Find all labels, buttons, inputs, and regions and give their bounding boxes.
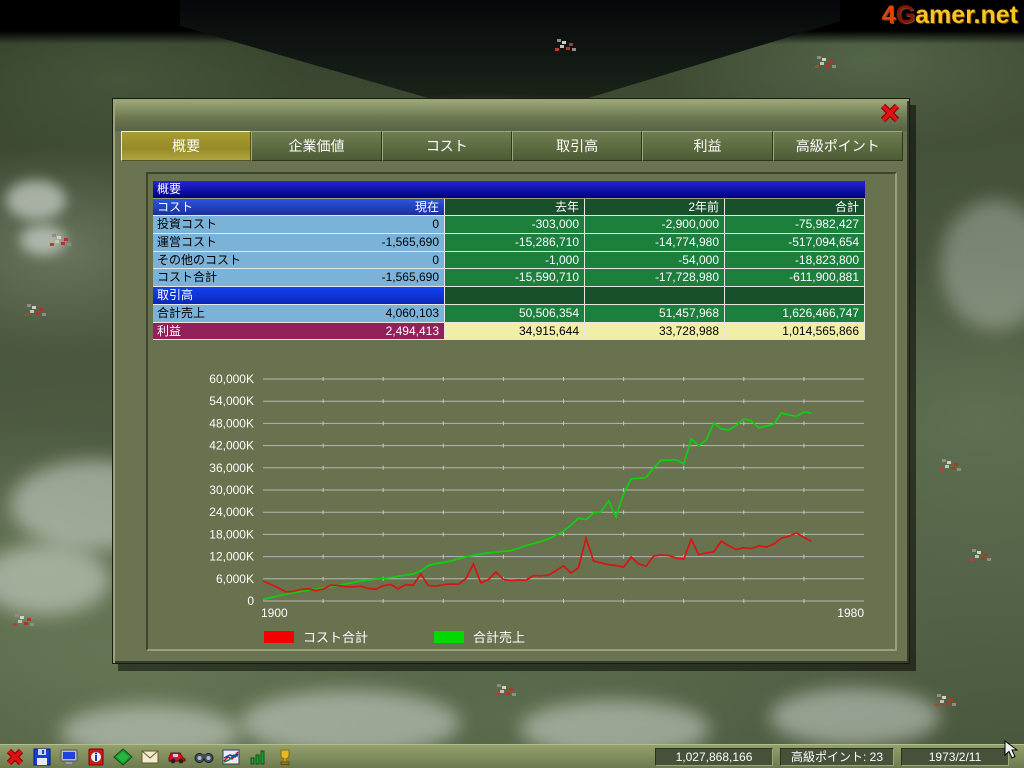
row-value: -1,000	[445, 251, 585, 270]
finance-tabs: 概要 企業価値 コスト 取引高 利益 高級ポイント	[121, 131, 903, 161]
cloud	[770, 688, 940, 746]
tab-turnover[interactable]: 取引高	[511, 131, 643, 161]
row-value: -14,774,980	[585, 234, 725, 252]
row-value: -2,900,000	[585, 216, 725, 235]
row-label-current: 運営コスト -1,565,690	[153, 234, 445, 252]
vehicles-icon[interactable]	[166, 747, 188, 767]
row-value: 50,506,354	[445, 304, 585, 323]
row-label-current: 合計売上 4,060,103	[153, 304, 445, 323]
legend-swatch	[434, 630, 465, 643]
table-row: 合計売上 4,060,103 50,506,354 51,457,968 1,626,4…	[153, 304, 865, 323]
row-label-current: 投資コスト 0	[153, 216, 445, 235]
watermark-amernet: amer.net	[915, 1, 1018, 29]
row-value: -15,286,710	[445, 234, 585, 252]
row-value: 34,915,644	[445, 322, 585, 341]
table-row: 取引高	[153, 287, 865, 305]
tab-premium-points[interactable]: 高級ポイント	[772, 131, 903, 161]
row-value: -17,728,980	[585, 269, 725, 288]
graphs-icon[interactable]	[220, 747, 242, 767]
row-label-current: コスト合計 -1,565,690	[153, 269, 445, 288]
row-value: 33,728,988	[585, 322, 725, 341]
close-icon[interactable]	[880, 103, 900, 123]
date-status[interactable]: 1973/2/11	[901, 748, 1009, 766]
map-town	[55, 240, 59, 243]
table-row: 投資コスト 0 -303,000 -2,900,000 -75,982,427	[153, 216, 865, 235]
display-options-icon[interactable]	[58, 747, 80, 767]
table-header-col: 去年	[445, 198, 585, 217]
table-row: その他のコスト 0 -1,000 -54,000 -18,823,800	[153, 251, 865, 270]
row-label-current: 利益 2,494,413	[153, 322, 445, 341]
map-town	[975, 555, 979, 558]
save-icon[interactable]	[31, 747, 53, 767]
row-label-current: 取引高	[153, 287, 445, 305]
row-value: -15,590,710	[445, 269, 585, 288]
legend-label: コスト合計	[303, 630, 369, 645]
chart-legend: コスト合計 合計売上	[264, 627, 591, 646]
messages-icon[interactable]	[139, 747, 161, 767]
table-header-col: 2年前	[585, 198, 725, 217]
table-row: 運営コスト -1,565,690 -15,286,710 -14,774,980 -51…	[153, 234, 865, 252]
tab-company-value[interactable]: 企業価値	[251, 131, 382, 161]
exit-icon[interactable]	[4, 747, 26, 767]
money-status[interactable]: 1,027,868,166	[655, 748, 773, 766]
row-value: -303,000	[445, 216, 585, 235]
watermark-g: G	[895, 1, 916, 29]
4gamer-watermark: 4Gamer.net	[882, 1, 1018, 30]
window-titlebar[interactable]	[115, 101, 907, 131]
row-value	[585, 287, 725, 305]
row-value: -54,000	[585, 251, 725, 270]
tab-costs[interactable]: コスト	[381, 131, 512, 161]
factory-smoke	[20, 225, 66, 255]
map-town	[560, 45, 564, 48]
row-value: 1,626,466,747	[725, 304, 865, 323]
map-icon[interactable]	[112, 747, 134, 767]
row-value	[445, 287, 585, 305]
tab-overview[interactable]: 概要	[121, 131, 252, 161]
legend-swatch	[264, 630, 294, 643]
bottom-toolbar: 1,027,868,166 高級ポイント: 23 1973/2/11	[0, 744, 1024, 768]
table-header-col: 合計	[725, 198, 865, 217]
premium-points-status[interactable]: 高級ポイント: 23	[780, 748, 894, 766]
legend-item: コスト合計	[264, 627, 368, 646]
legend-label: 合計売上	[473, 630, 526, 645]
find-icon[interactable]	[193, 747, 215, 767]
row-value: 1,014,565,866	[725, 322, 865, 341]
watermark-4: 4	[881, 1, 896, 29]
row-value: 51,457,968	[585, 304, 725, 323]
row-value: -517,094,654	[725, 234, 865, 252]
row-value: -611,900,881	[725, 269, 865, 288]
table-title-row: 概要	[153, 181, 865, 199]
table-row: コスト合計 -1,565,690 -15,590,710 -17,728,980 -61…	[153, 269, 865, 288]
row-value: -18,823,800	[725, 251, 865, 270]
table-header-row: コスト 現在 去年 2年前 合計	[153, 198, 865, 217]
awards-icon[interactable]	[274, 747, 296, 767]
legend-item: 合計売上	[434, 627, 525, 646]
factory-smoke	[6, 180, 66, 220]
map-town	[820, 62, 824, 65]
row-value: -75,982,427	[725, 216, 865, 235]
finance-table: 概要 コスト 現在 去年 2年前 合計 投資コスト 0 -303,000 -2,900,000 -7…	[153, 181, 865, 341]
info-icon[interactable]	[85, 747, 107, 767]
row-value	[725, 287, 865, 305]
map-town	[30, 310, 34, 313]
map-town	[940, 700, 944, 703]
map-town	[945, 465, 949, 468]
toolbar-buttons	[4, 747, 301, 767]
map-town	[18, 620, 22, 623]
charts-icon[interactable]	[247, 747, 269, 767]
row-label-current: その他のコスト 0	[153, 251, 445, 270]
mouse-cursor	[1004, 740, 1020, 765]
map-town	[500, 690, 504, 693]
table-row: 利益 2,494,413 34,915,644 33,728,988 1,014,565…	[153, 322, 865, 341]
table-header-left: コスト 現在	[153, 198, 445, 217]
tab-profit[interactable]: 利益	[642, 131, 773, 161]
table-title: 概要	[153, 181, 865, 199]
company-finances-window: 概要 企業価値 コスト 取引高 利益 高級ポイント 概要 コスト 現在 去年 2年前 合計 投資コスト…	[112, 98, 910, 664]
